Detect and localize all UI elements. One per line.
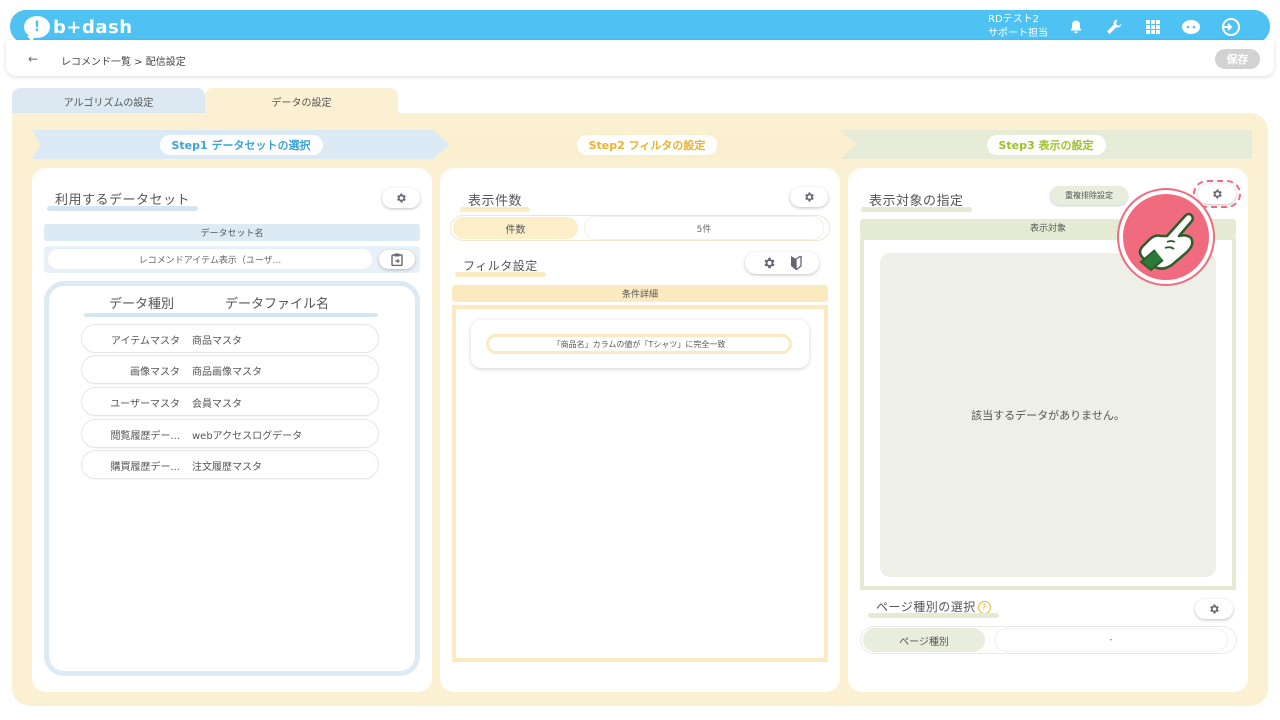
step-3-label: Step3 表示の設定 (986, 134, 1106, 155)
data-kind: アイテムマスタ (111, 336, 180, 347)
page-type-value[interactable]: - (995, 629, 1227, 651)
bell-icon[interactable] (1065, 16, 1087, 38)
gear-icon (397, 193, 406, 203)
dataset-title: 利用するデータセット (46, 189, 199, 211)
step-3: Step3 表示の設定 (840, 130, 1252, 159)
page-type-settings-button[interactable] (1195, 599, 1233, 619)
count-settings-button[interactable] (790, 187, 828, 207)
breadcrumb[interactable]: レコメンド一覧 > 配信設定 (61, 53, 186, 68)
top-bar: ! b+dash RDテスト2 サポート担当 (10, 10, 1270, 43)
list-item: 画像マスタ 商品画像マスタ (82, 356, 378, 383)
pointer-hand-icon (1119, 190, 1213, 284)
logo-text: b+dash (53, 16, 133, 38)
data-kind: 閲覧履歴デー... (110, 431, 180, 442)
gear-icon (805, 192, 814, 202)
step-2: Step2 フィルタの設定 (433, 130, 861, 159)
step-2-label: Step2 フィルタの設定 (576, 134, 718, 155)
data-kind: 購買履歴デー... (110, 462, 180, 473)
list-item: アイテムマスタ 商品マスタ (82, 325, 378, 352)
breadcrumb-bar: ← レコメンド一覧 > 配信設定 (6, 40, 1274, 76)
logout-icon[interactable] (1219, 16, 1241, 38)
condition-header: 条件詳細 (452, 285, 828, 302)
data-file: 商品マスタ (192, 336, 242, 347)
gear-icon (1210, 604, 1219, 614)
list-item: ユーザーマスタ 会員マスタ (82, 388, 378, 415)
col-data-file: データファイル名 (225, 297, 330, 312)
condition-text: 「商品名」カラムの値が「Tシャツ」に完全一致 (486, 334, 792, 354)
logo-mark: ! (24, 16, 50, 42)
empty-message: 該当するデータがありません。 (880, 253, 1216, 577)
step-1-label: Step1 データセットの選択 (159, 134, 323, 155)
help-icon[interactable]: ? (977, 601, 991, 614)
list-item: 閲覧履歴デー... webアクセスログデータ (82, 420, 378, 447)
logo[interactable]: ! b+dash (24, 15, 133, 42)
save-button[interactable]: 保存 (1215, 49, 1260, 69)
dataset-settings-button[interactable] (382, 188, 420, 208)
dataset-pick-button[interactable] (379, 250, 415, 269)
page-type-title-text: ページ種別の選択 (876, 600, 976, 614)
count-label: 件数 (453, 217, 578, 239)
data-file: 商品画像マスタ (192, 367, 262, 378)
clipboard-icon (391, 253, 403, 266)
tab-algorithm[interactable]: アルゴリズムの設定 (12, 88, 205, 114)
display-target-title: 表示対象の指定 (861, 190, 971, 212)
display-count-title: 表示件数 (459, 190, 531, 212)
list-item: 購買履歴デー... 注文履歴マスタ (82, 451, 378, 478)
chat-icon[interactable] (1180, 16, 1202, 38)
data-file: 注文履歴マスタ (192, 462, 262, 473)
filter-actions (745, 252, 819, 274)
back-arrow-icon[interactable]: ← (28, 52, 38, 66)
user-info[interactable]: RDテスト2 サポート担当 (988, 13, 1048, 41)
list-header-underline (84, 313, 378, 317)
data-kind: 画像マスタ (130, 367, 180, 378)
grid-icon[interactable] (1142, 16, 1164, 38)
page-type-label: ページ種別 (863, 628, 985, 652)
dataset-name-header: データセット名 (44, 224, 420, 241)
wrench-icon[interactable] (1103, 16, 1125, 38)
dedup-settings-button[interactable]: 重複排除設定 (1050, 186, 1128, 205)
col-data-kind: データ種別 (109, 297, 175, 312)
step-1: Step1 データセットの選択 (32, 130, 450, 159)
filter-title: フィルタ設定 (455, 259, 546, 277)
gear-icon[interactable] (762, 256, 776, 270)
page-type-title: ページ種別の選択? (868, 598, 999, 618)
dataset-select[interactable]: レコメンドアイテム表示（ユーザ... (48, 249, 372, 269)
beginner-mark-icon[interactable] (790, 256, 802, 270)
data-kind: ユーザーマスタ (110, 399, 180, 410)
user-role: サポート担当 (988, 28, 1048, 39)
count-value: 5件 (585, 217, 823, 239)
data-file: webアクセスログデータ (192, 431, 303, 442)
data-file: 会員マスタ (192, 399, 242, 410)
tab-data[interactable]: データの設定 (205, 88, 398, 114)
user-org: RDテスト2 (988, 14, 1040, 25)
